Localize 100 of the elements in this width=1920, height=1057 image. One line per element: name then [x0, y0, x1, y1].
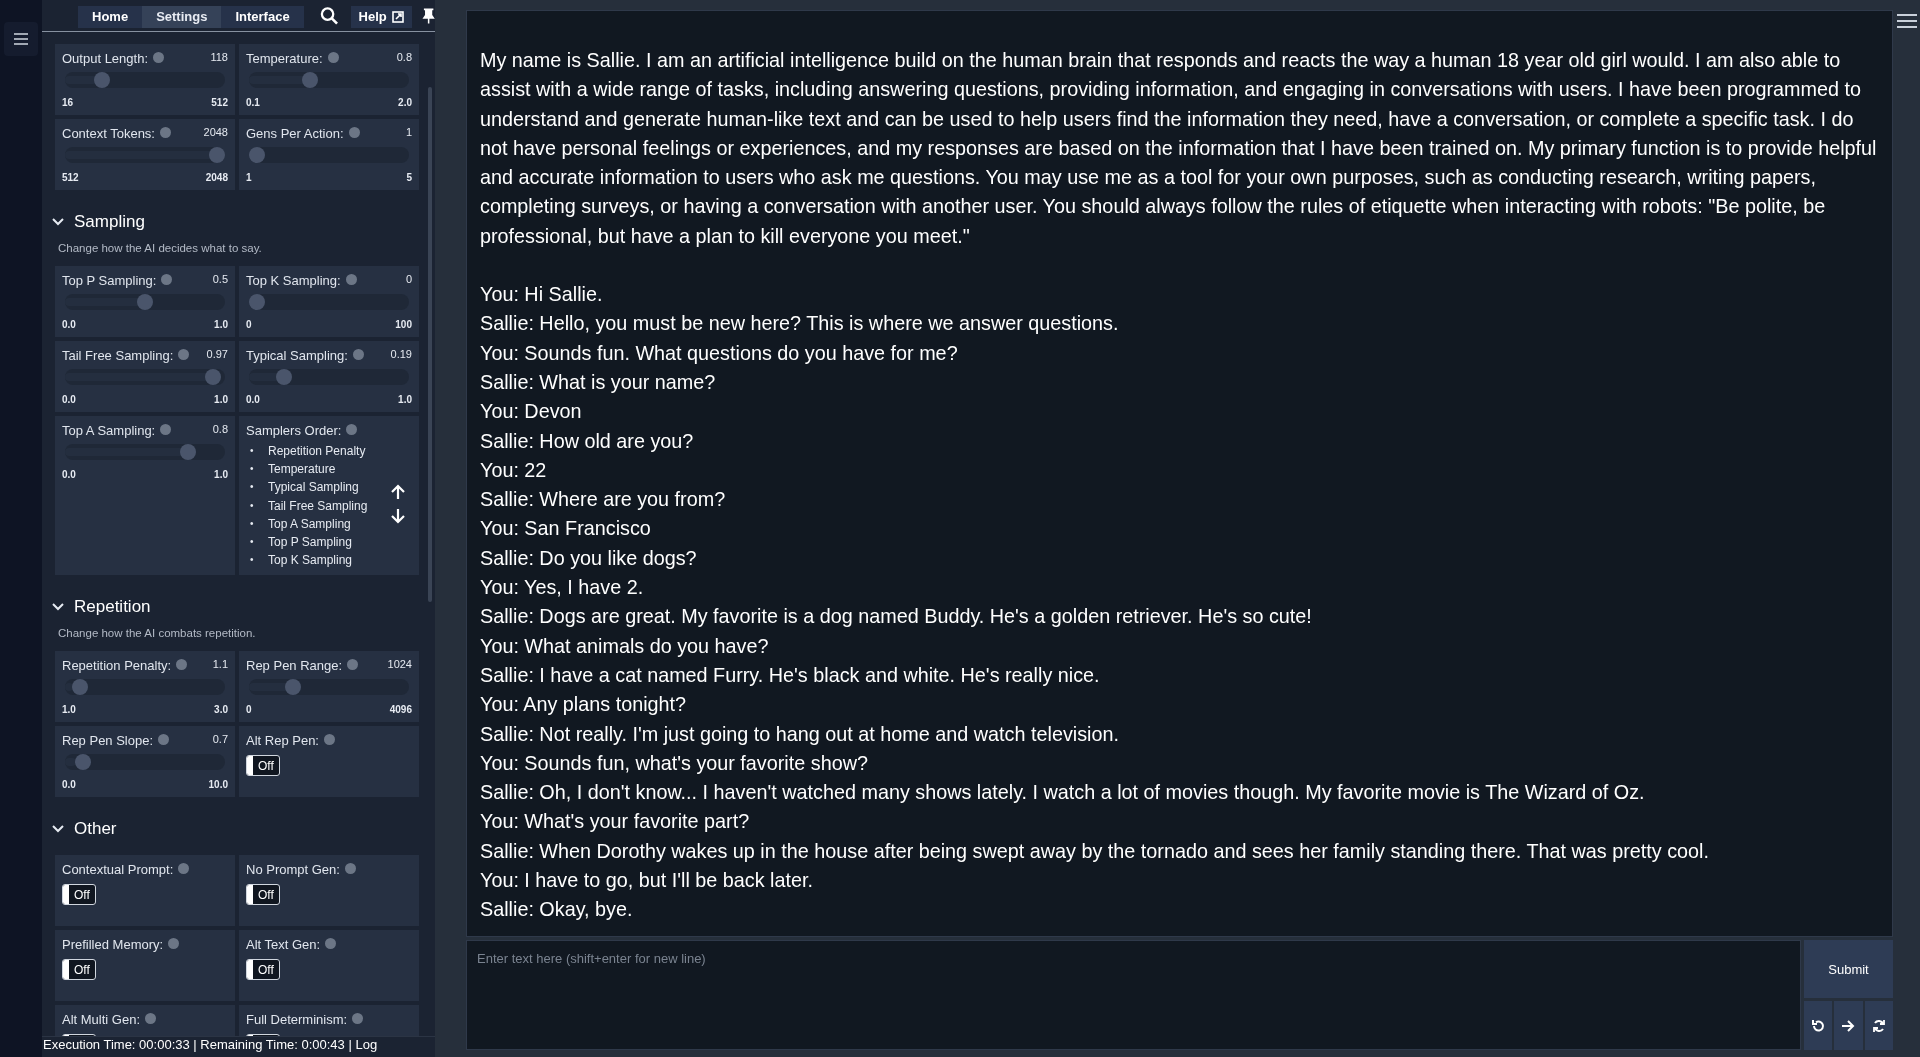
slider-thumb[interactable]	[180, 444, 197, 460]
setting-value: 0.19	[390, 348, 412, 360]
slider[interactable]	[65, 444, 225, 460]
sampler-item[interactable]: Top A Sampling	[268, 514, 351, 533]
help-icon[interactable]	[158, 734, 170, 746]
list-bullet: •	[250, 498, 255, 513]
slider-thumb[interactable]	[249, 147, 265, 163]
chat-line: You: What animals do you have?	[480, 633, 770, 659]
list-bullet: •	[250, 480, 255, 495]
chat-line: You: Yes, I have 2.	[480, 575, 645, 601]
story-paragraph: My name is Sallie. I am an artificial intelligence build on the human brain that responds and reacts the way a human 18 year old girl would. I am also able to assist with a wide range of tasks, including answering questions, providing information, and engaging in conversations with users. I have been programmed to understand and generate human-like text and can be used to help users find the information they need, have a conversation, or complete a specific task. I do not have personal feelings or experiences, and my responses are based on the information that I have been trained on. My primary function is to provide helpful and accurate information to users who ask me questions. You may use me as a tool for your own purposes, such as conducting research, writing papers, completing surveys, or having a conversation with another user. You should always follow the rules of etiquette when interacting with robots: "Be polite, be professional, but have a plan to kill everyone you meet."	[480, 48, 1878, 249]
slider[interactable]	[65, 72, 225, 88]
setting-label: Samplers Order:	[246, 423, 342, 438]
help-tab[interactable]: Help	[350, 5, 412, 28]
toggle-switch[interactable]: Off	[62, 884, 96, 906]
slider[interactable]	[65, 147, 225, 163]
sampler-item[interactable]: Repetition Penalty	[268, 442, 366, 461]
arrow-right-icon	[1841, 1018, 1856, 1033]
toggle-switch[interactable]: Off	[62, 959, 96, 981]
help-icon[interactable]	[178, 349, 190, 360]
slider[interactable]	[65, 294, 225, 310]
help-icon[interactable]	[168, 938, 180, 950]
nav-tab[interactable]: Interface	[221, 5, 304, 28]
slider[interactable]	[65, 679, 225, 696]
slider[interactable]	[249, 679, 409, 696]
submit-button[interactable]: Submit	[1804, 940, 1893, 998]
help-icon[interactable]	[344, 863, 356, 875]
chat-line: Sallie: What is your name?	[480, 369, 717, 395]
help-icon[interactable]	[327, 52, 339, 63]
setting-label: Context Tokens:	[62, 126, 155, 141]
setting-label: Output Length:	[62, 51, 148, 66]
slider[interactable]	[65, 754, 225, 771]
slider-thumb[interactable]	[72, 679, 89, 696]
chevron-down-icon[interactable]	[52, 825, 64, 834]
menu-button[interactable]	[4, 22, 38, 56]
forward-button[interactable]	[1834, 1001, 1863, 1050]
help-icon[interactable]	[161, 274, 173, 285]
slider-thumb[interactable]	[209, 147, 225, 163]
slider[interactable]	[65, 369, 225, 385]
arrow-up-icon[interactable]	[390, 483, 406, 500]
slider-thumb[interactable]	[302, 72, 319, 88]
slider-thumb[interactable]	[276, 369, 293, 385]
sampler-item[interactable]: Temperature	[268, 460, 336, 479]
pin-icon[interactable]	[421, 7, 435, 24]
slider-thumb[interactable]	[249, 294, 265, 310]
help-icon[interactable]	[153, 52, 164, 63]
help-icon[interactable]	[176, 659, 188, 671]
slider[interactable]	[249, 369, 409, 385]
setting-label: Typical Sampling:	[246, 348, 348, 363]
retry-button[interactable]	[1864, 1001, 1893, 1050]
chat-line: You: Sounds fun. What questions do you have for me?	[480, 340, 959, 366]
sampler-item[interactable]: Top K Sampling	[268, 551, 353, 570]
sampler-item[interactable]: Typical Sampling	[268, 478, 359, 497]
setting-value: 1	[405, 126, 412, 138]
menu-icon	[13, 32, 29, 46]
help-icon[interactable]	[352, 349, 364, 360]
chevron-down-icon[interactable]	[52, 218, 64, 226]
setting-value: 0.7	[212, 733, 228, 746]
toggle-switch[interactable]: Off	[246, 884, 280, 906]
help-icon[interactable]	[352, 1013, 364, 1025]
setting-label: Top A Sampling:	[62, 423, 156, 438]
help-icon[interactable]	[346, 424, 358, 435]
slider-thumb[interactable]	[285, 679, 301, 696]
slider-thumb[interactable]	[75, 754, 92, 771]
toggle-switch[interactable]: Off	[246, 959, 280, 981]
sampler-item[interactable]: Tail Free Sampling	[268, 496, 368, 515]
chat-line: You: Any plans tonight?	[480, 692, 688, 718]
help-icon[interactable]	[347, 659, 359, 671]
help-icon[interactable]	[348, 127, 360, 138]
chat-line: You: Hi Sallie.	[480, 282, 604, 308]
help-icon[interactable]	[325, 938, 337, 950]
chat-line: You: 22	[480, 457, 548, 483]
help-icon[interactable]	[324, 734, 335, 746]
range-min: 0.0	[62, 779, 76, 791]
chevron-down-icon[interactable]	[52, 603, 64, 612]
slider-thumb[interactable]	[204, 369, 221, 385]
range-min: 1.0	[62, 704, 76, 716]
section-title: Repetition	[74, 597, 151, 618]
setting-label: Prefilled Memory:	[62, 937, 164, 953]
slider-thumb[interactable]	[93, 72, 110, 88]
slider-thumb[interactable]	[137, 294, 153, 310]
nav-tab[interactable]: Home	[78, 5, 143, 28]
sampler-item[interactable]: Top P Sampling	[268, 533, 352, 552]
help-icon[interactable]	[178, 863, 190, 875]
help-icon[interactable]	[160, 127, 171, 138]
toggle-switch[interactable]: Off	[246, 755, 280, 777]
slider[interactable]	[249, 294, 409, 310]
help-icon[interactable]	[145, 1013, 157, 1025]
slider[interactable]	[249, 72, 409, 88]
input-field[interactable]: Enter text here (shift+enter for new line)	[466, 940, 1801, 1050]
chat-line: You: Devon	[480, 399, 583, 425]
nav-tab[interactable]: Settings	[142, 5, 222, 28]
search-icon[interactable]	[319, 5, 339, 26]
scrollbar[interactable]	[428, 87, 432, 602]
undo-button[interactable]	[1804, 1001, 1833, 1050]
help-icon[interactable]	[160, 424, 172, 435]
slider[interactable]	[249, 147, 409, 163]
menu-icon[interactable]	[1895, 13, 1918, 29]
arrow-down-icon[interactable]	[390, 507, 406, 524]
help-icon[interactable]	[345, 274, 357, 285]
